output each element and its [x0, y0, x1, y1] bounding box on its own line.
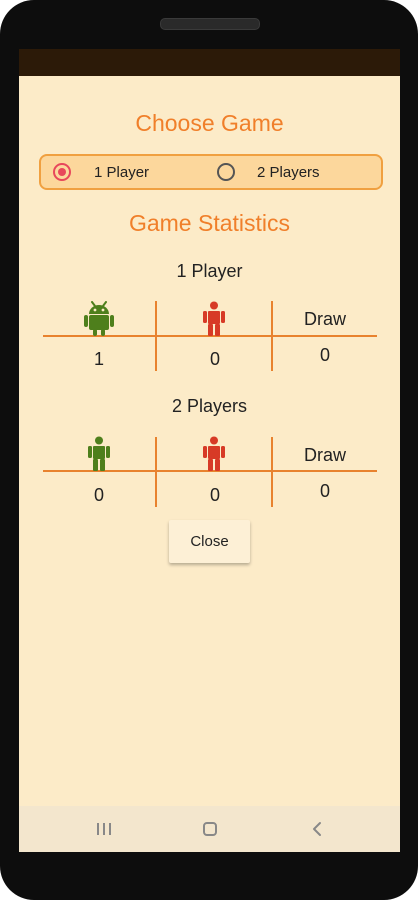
back-icon[interactable] [297, 816, 337, 842]
home-icon[interactable] [190, 816, 230, 842]
navigation-bar [19, 806, 400, 852]
two-players-draw-score: 0 [319, 481, 330, 501]
two-players-p1-score: 0 [93, 485, 104, 505]
human-icon [203, 436, 225, 471]
one-player-draw-score: 0 [319, 345, 330, 365]
one-player-human-score: 0 [209, 349, 220, 369]
status-bar [19, 49, 400, 76]
section-one-player-label: 1 Player [176, 261, 243, 281]
android-icon [84, 301, 114, 336]
phone-frame: Choose Game 1 Player 2 Players Game Stat… [0, 0, 418, 900]
game-statistics-title: Game Statistics [128, 210, 291, 236]
close-button[interactable]: Close [169, 520, 250, 563]
draw-header: Draw [303, 445, 346, 465]
table-divider [155, 437, 157, 507]
green-human-icon [88, 436, 110, 471]
app-screen: Choose Game 1 Player 2 Players Game Stat… [19, 49, 400, 852]
table-divider [271, 437, 273, 507]
recent-apps-icon[interactable] [84, 816, 124, 842]
section-two-players-label: 2 Players [171, 396, 248, 416]
radio-two-players[interactable] [217, 163, 235, 181]
two-players-p2-score: 0 [209, 485, 220, 505]
radio-one-player[interactable] [53, 163, 71, 181]
radio-two-players-label[interactable]: 2 Players [257, 164, 320, 181]
choose-game-title: Choose Game [135, 110, 284, 136]
phone-speaker [160, 18, 260, 30]
human-icon [203, 301, 225, 336]
radio-one-player-label[interactable]: 1 Player [94, 164, 149, 181]
draw-header: Draw [303, 309, 346, 329]
one-player-android-score: 1 [93, 349, 104, 369]
game-mode-selector: 1 Player 2 Players [39, 154, 383, 190]
